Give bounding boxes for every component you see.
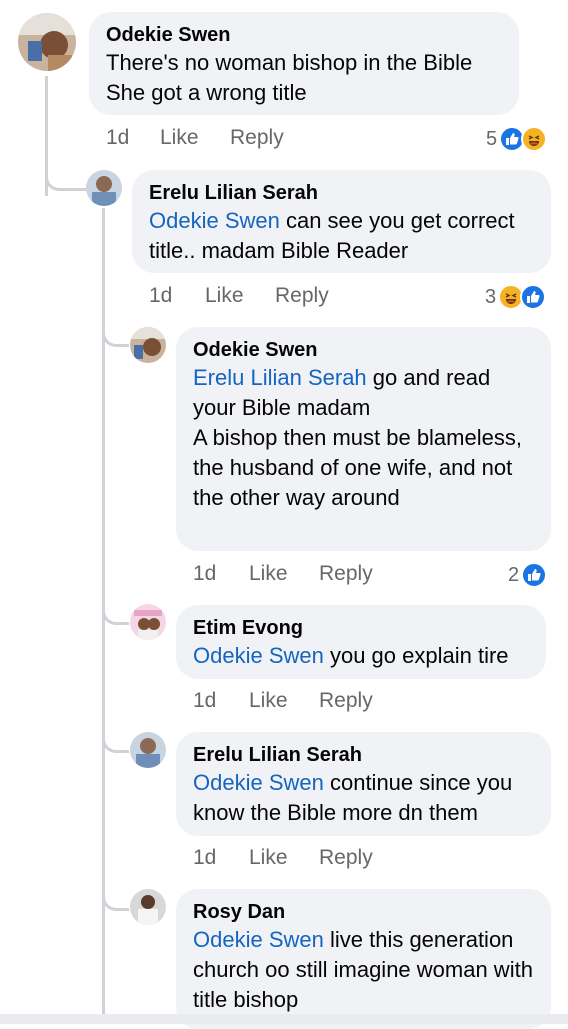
thread-elbow — [45, 150, 86, 191]
comment-text: Odekie Swen live this generation church … — [193, 927, 533, 1012]
reaction-summary[interactable]: 5 — [486, 126, 548, 152]
comment-text: There's no woman bishop in the Bible She … — [106, 50, 473, 105]
comment-time: 1d — [193, 689, 217, 712]
like-icon — [521, 562, 548, 588]
reaction-count: 3 — [485, 285, 497, 308]
thread-elbow — [102, 712, 129, 753]
thread-elbow — [102, 306, 129, 347]
comment-actions: 1d Like Reply — [193, 689, 373, 713]
reaction-summary[interactable]: 3 — [485, 284, 547, 310]
comment-time: 1d — [193, 562, 217, 585]
like-button[interactable]: Like — [249, 689, 319, 713]
comment-bubble: Etim Evong Odekie Swen you go explain ti… — [176, 605, 546, 679]
thread-elbow — [102, 870, 129, 911]
comment-author[interactable]: Erelu Lilian Serah — [149, 180, 535, 206]
comment-time: 1d — [106, 126, 130, 149]
comment-bubble: Erelu Lilian Serah Odekie Swen continue … — [176, 732, 551, 836]
comment-bubble: Rosy Dan Odekie Swen live this generatio… — [176, 889, 551, 1029]
avatar[interactable] — [86, 170, 122, 206]
avatar[interactable] — [130, 889, 166, 925]
comment-actions: 1d Like Reply — [193, 562, 373, 586]
avatar[interactable] — [130, 604, 166, 640]
comment-text: Odekie Swen continue since you know the … — [193, 770, 513, 825]
like-button[interactable]: Like — [160, 126, 230, 150]
like-icon — [520, 284, 547, 310]
haha-icon — [521, 126, 548, 152]
comment-actions: 1d Like Reply — [149, 284, 329, 308]
comment-author[interactable]: Odekie Swen — [106, 22, 503, 48]
comment-text: Odekie Swen you go explain tire — [193, 643, 509, 668]
avatar[interactable] — [130, 732, 166, 768]
mention-link[interactable]: Odekie Swen — [193, 643, 324, 668]
comment-author[interactable]: Odekie Swen — [193, 337, 535, 363]
comment-actions: 1d Like Reply — [193, 846, 373, 870]
comment-author[interactable]: Rosy Dan — [193, 899, 535, 925]
avatar[interactable] — [130, 327, 166, 363]
comment-bubble: Erelu Lilian Serah Odekie Swen can see y… — [132, 170, 551, 273]
comment-author[interactable]: Erelu Lilian Serah — [193, 742, 535, 768]
like-button[interactable]: Like — [249, 562, 319, 586]
reaction-summary[interactable]: 2 — [508, 562, 548, 588]
reaction-count: 5 — [486, 127, 498, 150]
thread-elbow — [102, 584, 129, 625]
comment-time: 1d — [149, 284, 173, 307]
mention-link[interactable]: Erelu Lilian Serah — [193, 365, 367, 390]
reply-button[interactable]: Reply — [319, 562, 373, 586]
comment-text: Erelu Lilian Serah go and read your Bibl… — [193, 365, 522, 510]
bottom-bar — [0, 1014, 568, 1024]
reply-button[interactable]: Reply — [275, 284, 329, 308]
reply-button[interactable]: Reply — [319, 846, 373, 870]
reply-button[interactable]: Reply — [230, 126, 284, 150]
avatar[interactable] — [18, 13, 76, 71]
comment-author[interactable]: Etim Evong — [193, 615, 530, 641]
comment-actions: 1d Like Reply — [106, 126, 284, 150]
reaction-count: 2 — [508, 563, 520, 586]
comment-bubble: Odekie Swen There's no woman bishop in t… — [89, 12, 519, 115]
like-button[interactable]: Like — [249, 846, 319, 870]
comment-time: 1d — [193, 846, 217, 869]
mention-link[interactable]: Odekie Swen — [193, 927, 324, 952]
comment-bubble: Odekie Swen Erelu Lilian Serah go and re… — [176, 327, 551, 551]
mention-link[interactable]: Odekie Swen — [149, 208, 280, 233]
like-button[interactable]: Like — [205, 284, 275, 308]
reply-button[interactable]: Reply — [319, 689, 373, 713]
mention-link[interactable]: Odekie Swen — [193, 770, 324, 795]
comment-text: Odekie Swen can see you get correct titl… — [149, 208, 515, 263]
